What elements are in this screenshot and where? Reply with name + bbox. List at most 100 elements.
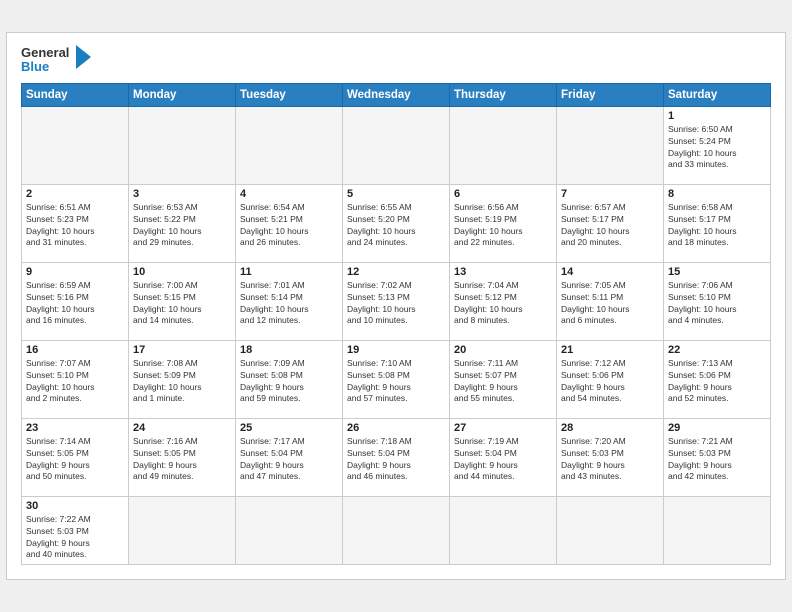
calendar-cell xyxy=(343,496,450,565)
calendar-cell: 26Sunrise: 7:18 AMSunset: 5:04 PMDayligh… xyxy=(343,418,450,496)
calendar-cell xyxy=(343,106,450,184)
weekday-header-monday: Monday xyxy=(129,83,236,106)
calendar-cell: 15Sunrise: 7:06 AMSunset: 5:10 PMDayligh… xyxy=(664,262,771,340)
day-number: 11 xyxy=(240,266,338,278)
day-info: Sunrise: 7:09 AMSunset: 5:08 PMDaylight:… xyxy=(240,358,338,406)
calendar-cell: 24 Sunrise: 7:16 AMSunset: 5:05 PMDayligh… xyxy=(129,418,236,496)
day-number: 24 xyxy=(133,422,231,434)
calendar-cell: 17 Sunrise: 7:08 AMSunset: 5:09 PMDayligh… xyxy=(129,340,236,418)
day-number: 13 xyxy=(454,266,552,278)
calendar-cell: 28Sunrise: 7:20 AMSunset: 5:03 PMDayligh… xyxy=(557,418,664,496)
calendar-cell: 25 Sunrise: 7:17 AMSunset: 5:04 PMDayligh… xyxy=(236,418,343,496)
calendar-cell: 18Sunrise: 7:09 AMSunset: 5:08 PMDayligh… xyxy=(236,340,343,418)
calendar-cell: 23 Sunrise: 7:14 AMSunset: 5:05 PMDayligh… xyxy=(22,418,129,496)
day-info: Sunrise: 7:01 AMSunset: 5:14 PMDaylight:… xyxy=(240,280,338,328)
svg-text:Blue: Blue xyxy=(21,59,49,74)
day-info: Sunrise: 6:59 AMSunset: 5:16 PMDaylight:… xyxy=(26,280,124,328)
calendar-cell: 21 Sunrise: 7:12 AMSunset: 5:06 PMDayligh… xyxy=(557,340,664,418)
weekday-header-sunday: Sunday xyxy=(22,83,129,106)
calendar-cell: 10Sunrise: 7:00 AMSunset: 5:15 PMDayligh… xyxy=(129,262,236,340)
weekday-header-wednesday: Wednesday xyxy=(343,83,450,106)
calendar-cell: 16Sunrise: 7:07 AMSunset: 5:10 PMDayligh… xyxy=(22,340,129,418)
day-number: 16 xyxy=(26,344,124,356)
calendar-cell: 22Sunrise: 7:13 AMSunset: 5:06 PMDayligh… xyxy=(664,340,771,418)
day-info: Sunrise: 7:04 AMSunset: 5:12 PMDaylight:… xyxy=(454,280,552,328)
day-info: Sunrise: 7:10 AMSunset: 5:08 PMDaylight:… xyxy=(347,358,445,406)
day-number: 27 xyxy=(454,422,552,434)
calendar-cell: 6Sunrise: 6:56 AMSunset: 5:19 PMDaylight… xyxy=(450,184,557,262)
day-number: 17 xyxy=(133,344,231,356)
weekday-header-thursday: Thursday xyxy=(450,83,557,106)
day-number: 4 xyxy=(240,188,338,200)
calendar-cell: 9 Sunrise: 6:59 AMSunset: 5:16 PMDaylight… xyxy=(22,262,129,340)
day-info: Sunrise: 6:54 AMSunset: 5:21 PMDaylight:… xyxy=(240,202,338,250)
day-info: Sunrise: 6:57 AMSunset: 5:17 PMDaylight:… xyxy=(561,202,659,250)
calendar-cell: 1 Sunrise: 6:50 AMSunset: 5:24 PMDaylight… xyxy=(664,106,771,184)
day-number: 30 xyxy=(26,500,124,512)
day-info: Sunrise: 7:22 AMSunset: 5:03 PMDaylight:… xyxy=(26,514,124,562)
calendar-cell xyxy=(450,496,557,565)
day-info: Sunrise: 7:19 AMSunset: 5:04 PMDaylight:… xyxy=(454,436,552,484)
calendar-cell: 20Sunrise: 7:11 AMSunset: 5:07 PMDayligh… xyxy=(450,340,557,418)
weekday-header-row: SundayMondayTuesdayWednesdayThursdayFrid… xyxy=(22,83,771,106)
day-number: 12 xyxy=(347,266,445,278)
week-row-5: 23 Sunrise: 7:14 AMSunset: 5:05 PMDayligh… xyxy=(22,418,771,496)
calendar-cell: 8Sunrise: 6:58 AMSunset: 5:17 PMDaylight… xyxy=(664,184,771,262)
day-number: 19 xyxy=(347,344,445,356)
day-number: 9 xyxy=(26,266,124,278)
calendar-cell xyxy=(129,106,236,184)
calendar-cell xyxy=(450,106,557,184)
calendar-cell: 2 Sunrise: 6:51 AMSunset: 5:23 PMDaylight… xyxy=(22,184,129,262)
logo: GeneralBlue xyxy=(21,43,101,77)
day-number: 14 xyxy=(561,266,659,278)
day-number: 3 xyxy=(133,188,231,200)
calendar-table: SundayMondayTuesdayWednesdayThursdayFrid… xyxy=(21,83,771,566)
day-info: Sunrise: 7:16 AMSunset: 5:05 PMDaylight:… xyxy=(133,436,231,484)
week-row-4: 16Sunrise: 7:07 AMSunset: 5:10 PMDayligh… xyxy=(22,340,771,418)
week-row-2: 2 Sunrise: 6:51 AMSunset: 5:23 PMDaylight… xyxy=(22,184,771,262)
day-number: 26 xyxy=(347,422,445,434)
day-number: 1 xyxy=(668,110,766,122)
day-info: Sunrise: 7:12 AMSunset: 5:06 PMDaylight:… xyxy=(561,358,659,406)
day-info: Sunrise: 6:53 AMSunset: 5:22 PMDaylight:… xyxy=(133,202,231,250)
weekday-header-tuesday: Tuesday xyxy=(236,83,343,106)
calendar-cell: 7 Sunrise: 6:57 AMSunset: 5:17 PMDaylight… xyxy=(557,184,664,262)
week-row-1: 1 Sunrise: 6:50 AMSunset: 5:24 PMDaylight… xyxy=(22,106,771,184)
calendar-cell: 3 Sunrise: 6:53 AMSunset: 5:22 PMDaylight… xyxy=(129,184,236,262)
calendar-cell: 5 Sunrise: 6:55 AMSunset: 5:20 PMDaylight… xyxy=(343,184,450,262)
calendar-cell: 19 Sunrise: 7:10 AMSunset: 5:08 PMDayligh… xyxy=(343,340,450,418)
day-number: 23 xyxy=(26,422,124,434)
weekday-header-friday: Friday xyxy=(557,83,664,106)
day-info: Sunrise: 7:14 AMSunset: 5:05 PMDaylight:… xyxy=(26,436,124,484)
week-row-6: 30 Sunrise: 7:22 AMSunset: 5:03 PMDayligh… xyxy=(22,496,771,565)
calendar-header: GeneralBlue xyxy=(21,43,771,77)
day-number: 21 xyxy=(561,344,659,356)
calendar-cell xyxy=(129,496,236,565)
calendar-cell: 13 Sunrise: 7:04 AMSunset: 5:12 PMDayligh… xyxy=(450,262,557,340)
weekday-header-saturday: Saturday xyxy=(664,83,771,106)
day-number: 25 xyxy=(240,422,338,434)
day-info: Sunrise: 6:51 AMSunset: 5:23 PMDaylight:… xyxy=(26,202,124,250)
day-number: 7 xyxy=(561,188,659,200)
day-number: 6 xyxy=(454,188,552,200)
calendar-cell: 27 Sunrise: 7:19 AMSunset: 5:04 PMDayligh… xyxy=(450,418,557,496)
day-number: 2 xyxy=(26,188,124,200)
calendar-cell xyxy=(557,106,664,184)
day-number: 29 xyxy=(668,422,766,434)
day-number: 28 xyxy=(561,422,659,434)
day-info: Sunrise: 7:00 AMSunset: 5:15 PMDaylight:… xyxy=(133,280,231,328)
calendar-cell: 30 Sunrise: 7:22 AMSunset: 5:03 PMDayligh… xyxy=(22,496,129,565)
day-info: Sunrise: 7:08 AMSunset: 5:09 PMDaylight:… xyxy=(133,358,231,406)
day-info: Sunrise: 7:13 AMSunset: 5:06 PMDaylight:… xyxy=(668,358,766,406)
day-info: Sunrise: 7:02 AMSunset: 5:13 PMDaylight:… xyxy=(347,280,445,328)
calendar-cell xyxy=(557,496,664,565)
day-number: 5 xyxy=(347,188,445,200)
day-info: Sunrise: 7:17 AMSunset: 5:04 PMDaylight:… xyxy=(240,436,338,484)
calendar-cell: 14Sunrise: 7:05 AMSunset: 5:11 PMDayligh… xyxy=(557,262,664,340)
day-info: Sunrise: 6:50 AMSunset: 5:24 PMDaylight:… xyxy=(668,124,766,172)
day-info: Sunrise: 6:55 AMSunset: 5:20 PMDaylight:… xyxy=(347,202,445,250)
logo-icon: GeneralBlue xyxy=(21,43,101,77)
day-info: Sunrise: 7:11 AMSunset: 5:07 PMDaylight:… xyxy=(454,358,552,406)
calendar-cell xyxy=(664,496,771,565)
week-row-3: 9 Sunrise: 6:59 AMSunset: 5:16 PMDaylight… xyxy=(22,262,771,340)
